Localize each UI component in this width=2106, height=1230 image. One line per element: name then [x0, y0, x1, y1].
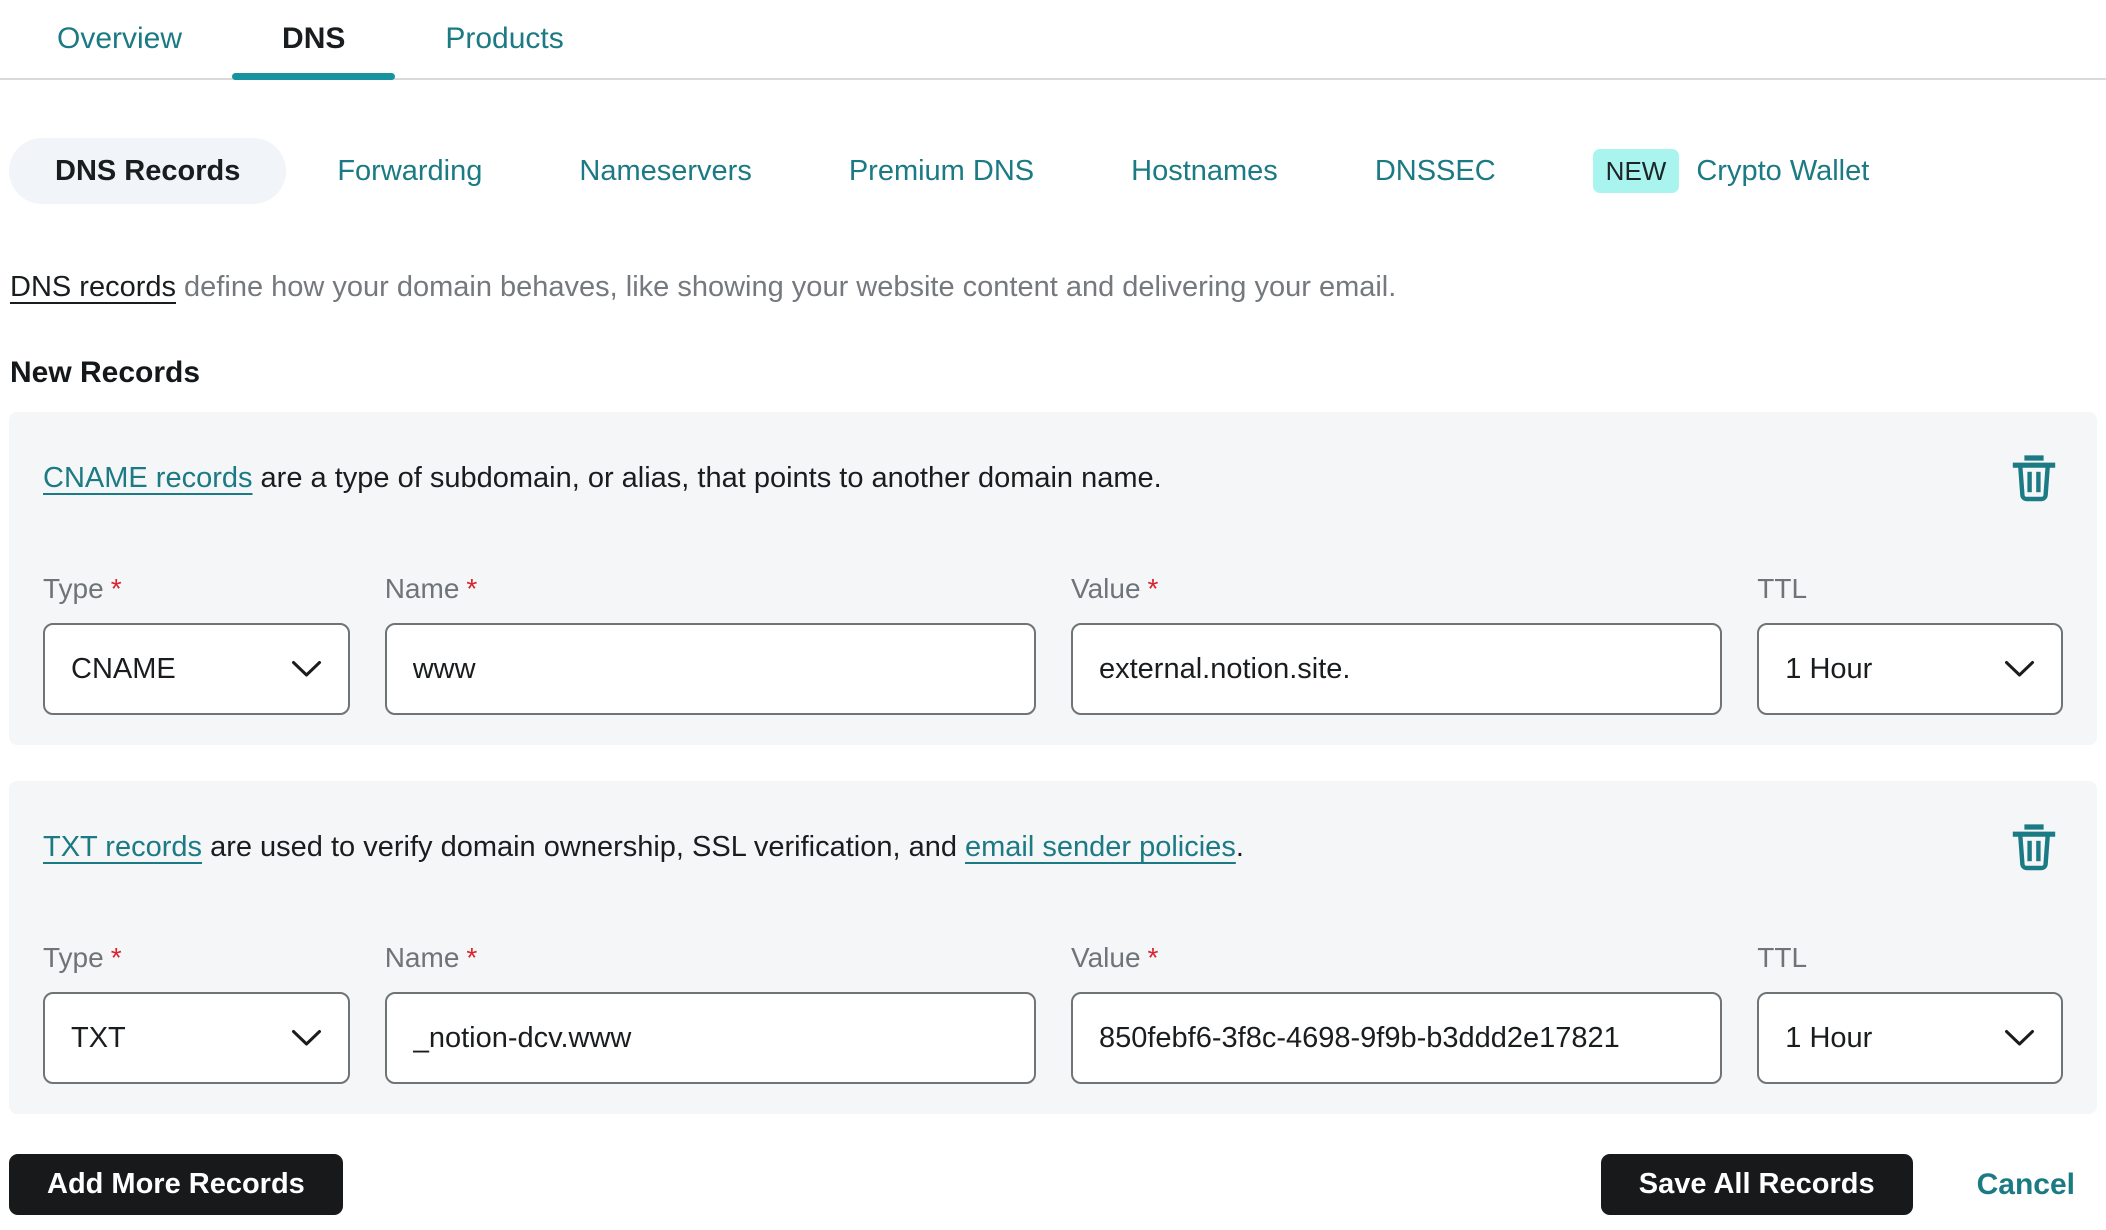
record-card-txt: TXT records are used to verify domain ow…: [9, 781, 2097, 1114]
ttl-select-value: 1 Hour: [1785, 652, 1873, 685]
actions-bar: Add More Records Save All Records Cancel: [9, 1154, 2097, 1215]
add-more-records-button[interactable]: Add More Records: [9, 1154, 343, 1215]
trash-icon: [2012, 824, 2056, 871]
record-card-cname: CNAME records are a type of subdomain, o…: [9, 412, 2097, 745]
name-label: Name *: [384, 573, 478, 604]
type-select-value: TXT: [71, 1021, 126, 1054]
subtab-hostnames[interactable]: Hostnames: [1085, 138, 1324, 204]
value-field: Value *: [1070, 572, 1723, 715]
record-intro: CNAME records are a type of subdomain, o…: [43, 458, 1162, 498]
ttl-field: TTL 1 Hour: [1757, 572, 2063, 715]
required-asterisk: *: [466, 573, 478, 604]
value-label: Value *: [1070, 942, 1159, 973]
cancel-link[interactable]: Cancel: [1977, 1168, 2075, 1202]
type-select[interactable]: TXT: [43, 992, 350, 1084]
required-asterisk: *: [110, 942, 122, 973]
ttl-field: TTL 1 Hour: [1757, 941, 2063, 1084]
ttl-label: TTL: [1757, 942, 1808, 973]
name-field: Name *: [384, 572, 1036, 715]
record-intro-text: are used to verify domain ownership, SSL…: [202, 831, 966, 863]
chevron-down-icon: [291, 1030, 321, 1046]
required-asterisk: *: [1147, 573, 1159, 604]
email-sender-policies-link[interactable]: email sender policies: [965, 831, 1236, 863]
record-card-header: CNAME records are a type of subdomain, o…: [43, 446, 2063, 510]
new-records-heading: New Records: [10, 356, 201, 389]
chevron-down-icon: [2005, 1030, 2034, 1046]
subtab-crypto-wallet[interactable]: NEW Crypto Wallet: [1547, 138, 1916, 204]
record-intro-text: are a type of subdomain, or alias, that …: [252, 462, 1162, 494]
type-select[interactable]: CNAME: [43, 623, 350, 715]
tab-overview[interactable]: Overview: [7, 0, 232, 78]
trash-icon: [2012, 455, 2056, 502]
record-fields: Type* TXT Name* Value* TTL 1 Hour: [43, 941, 2063, 1084]
subtab-premium-dns[interactable]: Premium DNS: [803, 138, 1080, 204]
type-label: Type *: [43, 573, 122, 604]
actions-right: Save All Records Cancel: [1600, 1154, 2097, 1215]
subtab-nameservers[interactable]: Nameservers: [533, 138, 797, 204]
subtab-crypto-wallet-label: Crypto Wallet: [1696, 154, 1870, 187]
type-field: Type * CNAME: [43, 572, 350, 715]
required-asterisk: *: [1147, 942, 1159, 973]
record-intro: TXT records are used to verify domain ow…: [43, 827, 1244, 867]
ttl-select[interactable]: 1 Hour: [1757, 623, 2063, 715]
dns-description-text: define how your domain behaves, like sho…: [176, 271, 1397, 303]
value-field: Value *: [1070, 941, 1723, 1084]
name-input[interactable]: [384, 992, 1036, 1084]
value-input[interactable]: [1070, 992, 1723, 1084]
type-label: Type *: [43, 942, 122, 973]
tab-dns[interactable]: DNS: [232, 0, 396, 80]
new-badge: NEW: [1592, 149, 1680, 193]
dns-subtab-bar: DNS Records Forwarding Nameservers Premi…: [9, 138, 2106, 204]
required-asterisk: *: [466, 942, 478, 973]
delete-record-button[interactable]: [2005, 448, 2063, 510]
value-label: Value *: [1070, 573, 1159, 604]
value-input[interactable]: [1070, 623, 1723, 715]
tab-products[interactable]: Products: [395, 0, 613, 78]
name-field: Name *: [384, 941, 1036, 1084]
chevron-down-icon: [2005, 661, 2034, 677]
ttl-select-value: 1 Hour: [1785, 1021, 1873, 1054]
cname-records-link[interactable]: CNAME records: [43, 462, 253, 494]
subtab-forwarding[interactable]: Forwarding: [291, 138, 528, 204]
txt-records-link[interactable]: TXT records: [43, 831, 202, 863]
delete-record-button[interactable]: [2005, 817, 2063, 879]
type-select-value: CNAME: [71, 652, 176, 685]
name-label: Name *: [384, 942, 478, 973]
chevron-down-icon: [291, 661, 321, 677]
subtab-dnssec[interactable]: DNSSEC: [1329, 138, 1542, 204]
name-input[interactable]: [384, 623, 1036, 715]
record-fields: Type* CNAME Name* Value* TTL 1 Hour: [43, 572, 2063, 715]
save-all-records-button[interactable]: Save All Records: [1600, 1154, 1913, 1215]
dns-records-link[interactable]: DNS records: [10, 271, 176, 303]
dns-description: DNS records define how your domain behav…: [10, 268, 2096, 306]
top-tab-bar: Overview DNS Products: [0, 0, 2106, 80]
required-asterisk: *: [110, 573, 122, 604]
ttl-select[interactable]: 1 Hour: [1757, 992, 2063, 1084]
subtab-dns-records[interactable]: DNS Records: [9, 138, 287, 204]
ttl-label: TTL: [1757, 573, 1808, 604]
record-intro-tail: .: [1235, 831, 1244, 863]
type-field: Type * TXT: [43, 941, 350, 1084]
record-card-header: TXT records are used to verify domain ow…: [43, 815, 2063, 879]
